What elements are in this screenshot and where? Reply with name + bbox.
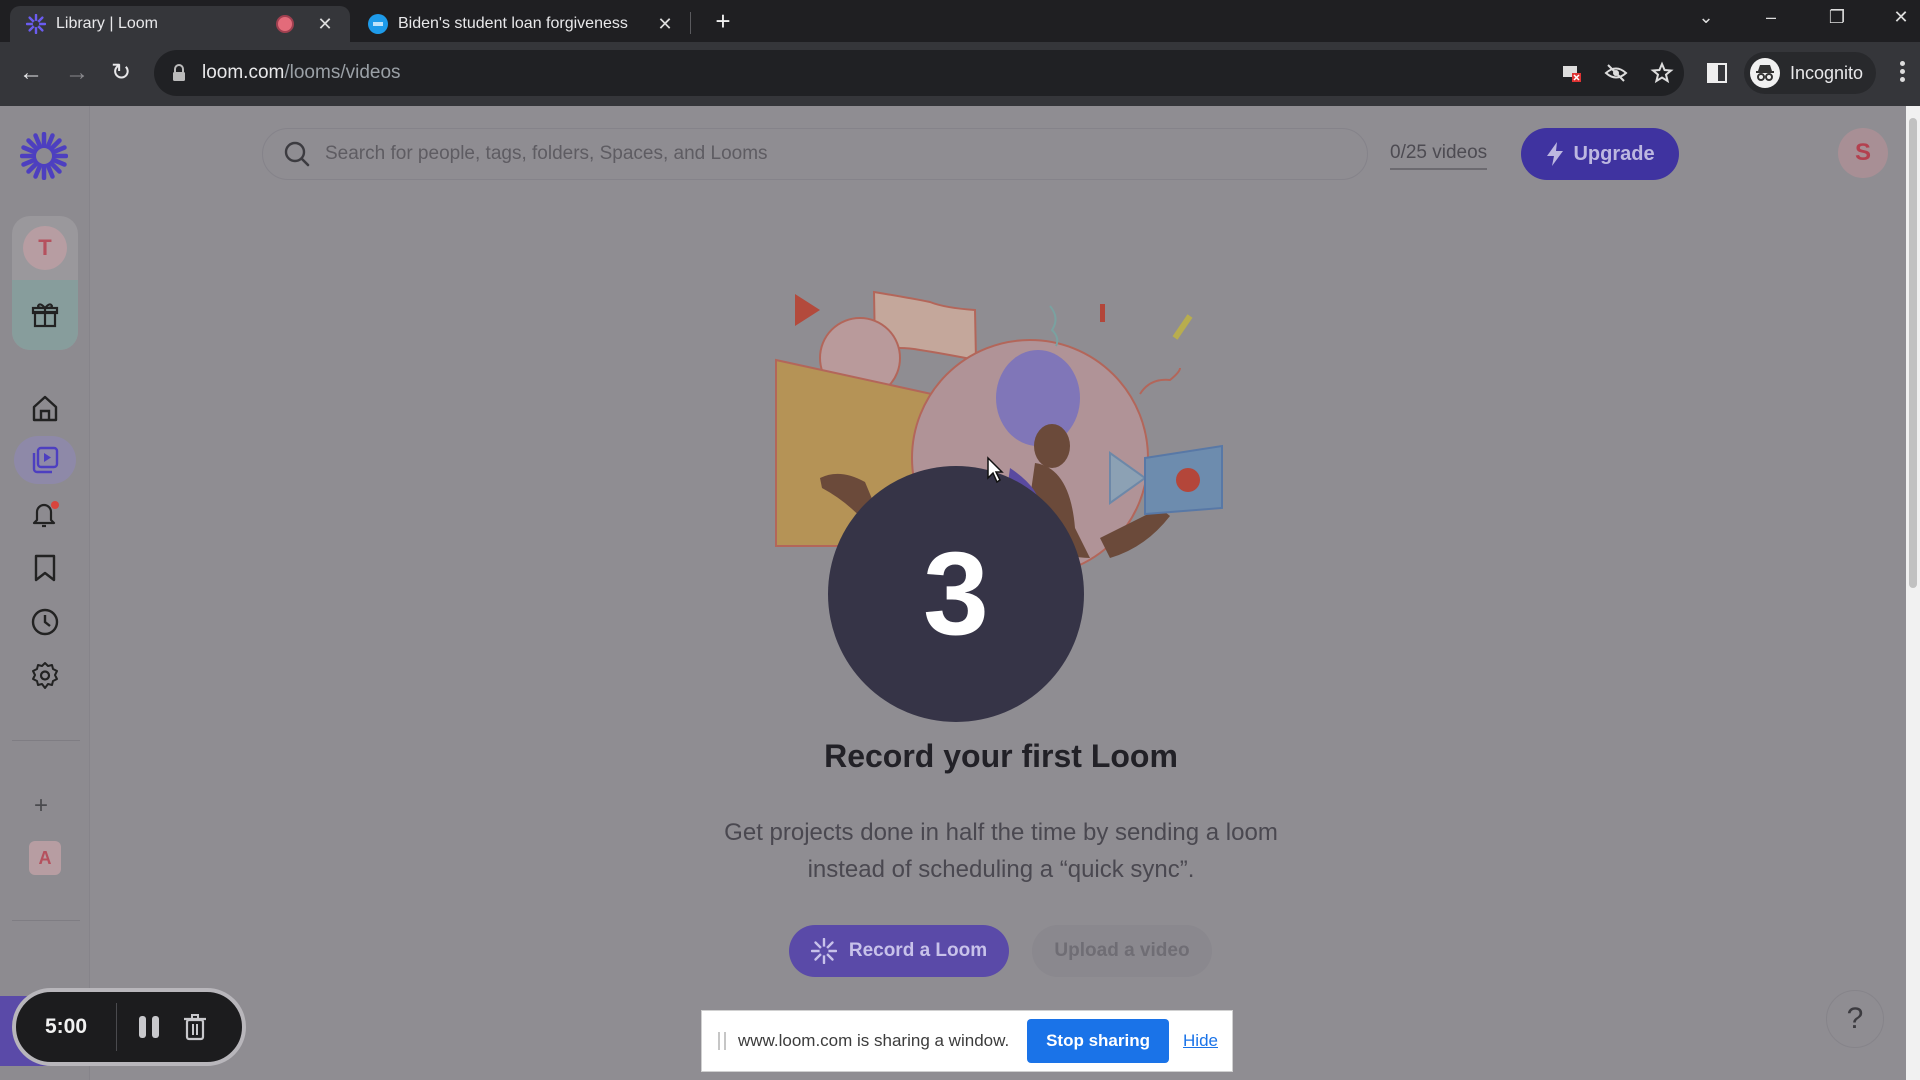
record-dot-shape (1176, 468, 1200, 492)
page-scrollbar[interactable] (1906, 106, 1920, 1080)
confetti (1139, 367, 1181, 395)
upgrade-label: Upgrade (1573, 142, 1655, 165)
new-tab-button[interactable]: + (708, 6, 738, 36)
scrollbar-thumb[interactable] (1909, 118, 1917, 588)
confetti (1100, 304, 1105, 322)
url-text: loom.com/looms/videos (202, 62, 401, 84)
upload-video-button[interactable]: Upload a video (1032, 925, 1212, 977)
profile-label: Incognito (1790, 62, 1864, 83)
empty-state-description: Get projects done in half the time by se… (0, 814, 1920, 888)
gift-icon (31, 303, 59, 328)
tracking-blocked-eye-icon[interactable] (1604, 61, 1628, 85)
screen-share-blocked-icon[interactable] (1560, 61, 1584, 85)
video-quota-link[interactable]: 0/25 videos (1390, 142, 1488, 170)
minimize-button[interactable]: – (1742, 0, 1800, 36)
incognito-profile-button[interactable]: Incognito (1744, 52, 1876, 94)
person-hair (996, 350, 1080, 446)
browser-toolbar: ← → ↻ loom.com/looms/videos Incognito (0, 42, 1920, 106)
hide-link[interactable]: Hide (1183, 1031, 1218, 1051)
lock-icon (173, 64, 185, 81)
browser-tab-strip: Library | Loom ✕ Biden's student loan fo… (0, 0, 1920, 42)
workspace-initial: T (23, 226, 67, 270)
person-face (1034, 424, 1070, 468)
loom-logo-icon (26, 14, 46, 34)
description-line: Get projects done in half the time by se… (724, 819, 1278, 846)
video-library-icon (32, 446, 59, 474)
side-panel-icon[interactable] (1706, 62, 1728, 84)
loom-logo-icon[interactable] (20, 132, 68, 180)
drag-handle-icon[interactable] (718, 1032, 726, 1050)
bell-icon (32, 501, 59, 528)
pause-recording-button[interactable] (139, 1016, 159, 1038)
stop-sharing-button[interactable]: Stop sharing (1027, 1019, 1170, 1063)
controls-divider (116, 1003, 117, 1051)
sidebar-item-history[interactable] (25, 602, 65, 642)
record-loom-label: Record a Loom (848, 940, 988, 961)
search-input[interactable] (325, 143, 1225, 165)
search-icon (284, 141, 310, 167)
restore-button[interactable]: ❐ (1808, 0, 1866, 36)
workspace-switcher: T (12, 216, 78, 350)
incognito-icon (1750, 58, 1780, 88)
url-path: /looms/videos (284, 62, 401, 83)
sharing-message: www.loom.com is sharing a window. (738, 1031, 1010, 1050)
sidebar: T + A (0, 106, 90, 1080)
record-loom-button[interactable]: Record a Loom (789, 925, 1009, 977)
tab-title: Biden's student loan forgiveness (398, 15, 628, 32)
reload-button[interactable]: ↻ (104, 56, 138, 90)
tab-library-loom[interactable]: Library | Loom ✕ (10, 6, 350, 42)
loom-logo-icon (810, 938, 837, 964)
empty-state-title: Record your first Loom (824, 738, 1178, 774)
sidebar-divider (12, 920, 80, 921)
bookmark-star-icon[interactable] (1650, 61, 1674, 85)
delete-recording-icon[interactable] (183, 1013, 207, 1041)
url-domain: loom.com (202, 62, 285, 83)
address-bar[interactable]: loom.com/looms/videos (154, 50, 1684, 96)
tab-title: Library | Loom (56, 15, 158, 32)
confetti (1172, 314, 1193, 340)
sidebar-item-watch-later[interactable] (25, 548, 65, 588)
close-tab-icon[interactable]: ✕ (314, 14, 336, 35)
confetti (1049, 305, 1059, 347)
play-shape (795, 294, 820, 326)
tab-biden-loan[interactable]: Biden's student loan forgiveness ✕ (354, 6, 690, 42)
gear-icon (32, 662, 58, 689)
loom-library-page: T + A 0/25 videos (0, 106, 1906, 1080)
sidebar-item-home[interactable] (25, 388, 65, 428)
tab-search-dropdown-icon[interactable]: ⌄ (1677, 0, 1735, 36)
recording-countdown: 3 (828, 466, 1084, 722)
search-bar (262, 128, 1368, 180)
user-avatar[interactable]: S (1838, 128, 1888, 178)
clock-icon (31, 608, 59, 636)
forward-button[interactable]: → (60, 56, 94, 90)
close-tab-icon[interactable]: ✕ (654, 14, 676, 35)
home-icon (32, 395, 58, 422)
close-window-button[interactable]: ✕ (1872, 0, 1920, 36)
help-button[interactable]: ? (1826, 990, 1884, 1048)
tab-divider (690, 12, 691, 34)
recording-indicator-icon (276, 15, 294, 33)
lightning-icon (1547, 142, 1564, 166)
description-line: instead of scheduling a “quick sync”. (807, 856, 1195, 883)
gift-button[interactable] (12, 280, 78, 350)
workspace-avatar[interactable]: T (12, 216, 78, 280)
recording-controls: 5:00 (12, 988, 246, 1066)
mouse-cursor-icon (987, 456, 1004, 484)
back-button[interactable]: ← (14, 56, 48, 90)
sidebar-item-settings[interactable] (25, 656, 65, 696)
bookmark-icon (34, 554, 56, 582)
browser-menu-icon[interactable] (1894, 58, 1910, 90)
news-site-icon (368, 14, 388, 34)
recording-timer: 5:00 (44, 1015, 88, 1038)
sidebar-item-notifications[interactable] (25, 494, 65, 534)
screen-sharing-notification: www.loom.com is sharing a window. Stop s… (701, 1010, 1233, 1072)
upgrade-button[interactable]: Upgrade (1521, 128, 1679, 180)
sidebar-item-library[interactable] (14, 436, 76, 484)
